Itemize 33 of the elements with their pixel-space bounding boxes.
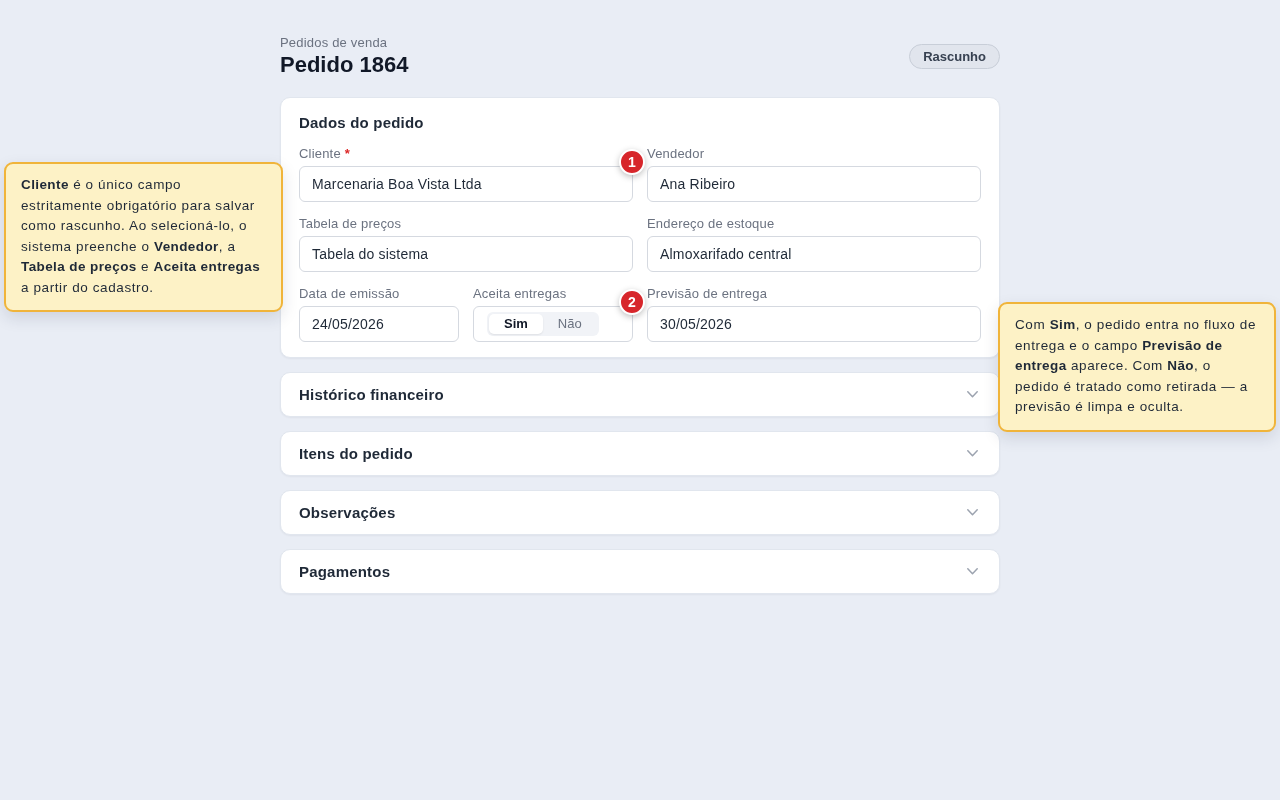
text-field[interactable]: Almoxarifado central bbox=[647, 236, 981, 272]
callout-note: Cliente é o único campo estritamente obrigatório para salvar como rascunho. Ao selecioná-lo, o sistema preenche o Vendedor, a Tabela de preços e Aceita entregas a partir do cadastro. bbox=[4, 162, 283, 312]
field-label: Cliente * bbox=[299, 145, 350, 163]
text-field[interactable]: Ana Ribeiro bbox=[647, 166, 981, 202]
field-label: Aceita entregas bbox=[473, 285, 567, 303]
step-marker: 2 bbox=[619, 289, 645, 315]
card-title: Dados do pedido bbox=[299, 113, 424, 133]
accordion-header[interactable]: Observações bbox=[280, 490, 1000, 535]
field-label: Tabela de preços bbox=[299, 215, 402, 233]
page-title: Pedido 1864 bbox=[280, 51, 409, 79]
status-badge: Rascunho bbox=[909, 44, 1000, 69]
text-field[interactable]: 24/05/2026 bbox=[299, 306, 459, 342]
accordion-header[interactable]: Histórico financeiro bbox=[280, 372, 1000, 417]
field-label: Previsão de entrega bbox=[647, 285, 768, 303]
chevron-down-icon bbox=[967, 391, 978, 398]
field-label: Endereço de estoque bbox=[647, 215, 775, 233]
chevron-down-icon bbox=[967, 568, 978, 575]
text-field[interactable]: Marcenaria Boa Vista Ltda bbox=[299, 166, 633, 202]
segment-option[interactable]: Não bbox=[542, 314, 597, 334]
step-marker: 1 bbox=[619, 149, 645, 175]
accordion-header[interactable]: Pagamentos bbox=[280, 549, 1000, 594]
callout-note: Com Sim, o pedido entra no fluxo de entrega e o campo Previsão de entrega aparece. Com Não, o pedido é tratado como retirada — a previsão é limpa e oculta. bbox=[998, 302, 1276, 432]
field-label: Data de emissão bbox=[299, 285, 400, 303]
chevron-down-icon bbox=[967, 509, 978, 516]
toggle-field[interactable]: Sim Não bbox=[473, 306, 633, 342]
text-field[interactable]: Tabela do sistema bbox=[299, 236, 633, 272]
chevron-down-icon bbox=[967, 450, 978, 457]
segmented-control[interactable]: Sim Não bbox=[487, 312, 599, 336]
segment-option[interactable]: Sim bbox=[489, 314, 543, 334]
field-label: Vendedor bbox=[647, 145, 705, 163]
accordion-header[interactable]: Itens do pedido bbox=[280, 431, 1000, 476]
text-field[interactable]: 30/05/2026 bbox=[647, 306, 981, 342]
breadcrumb-text: Pedidos de venda bbox=[280, 34, 388, 51]
